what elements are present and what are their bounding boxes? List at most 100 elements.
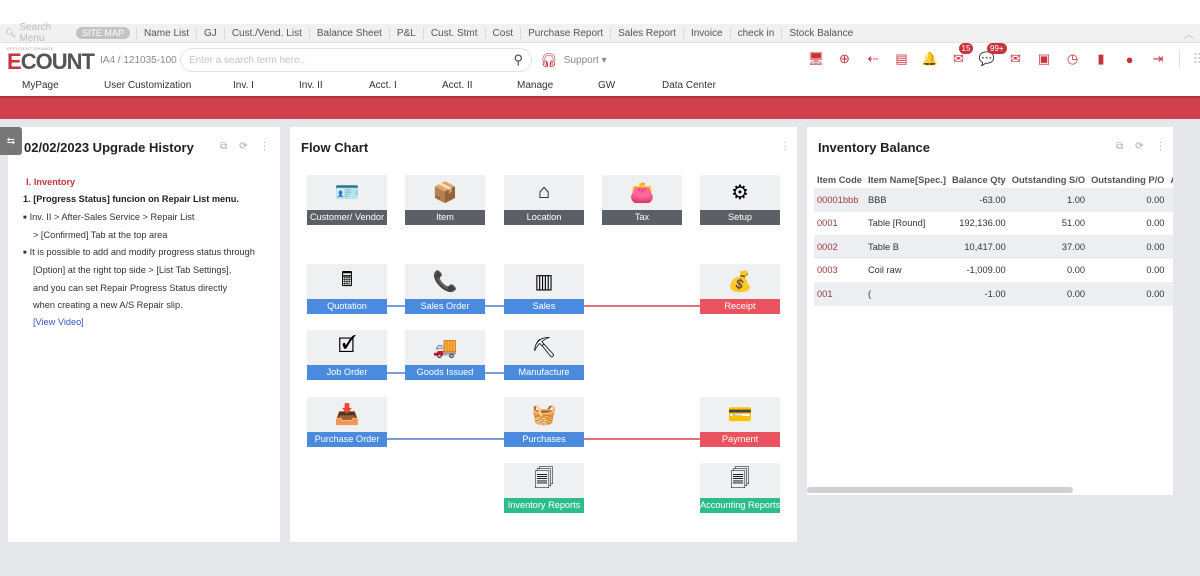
popout-icon[interactable]: ⧉ [220,141,227,152]
more-vertical-icon[interactable]: ⋮ [1156,141,1166,152]
popout-icon[interactable]: ⧉ [1116,141,1123,152]
cash-coins-icon: 💰 [727,271,753,293]
item-name-cell: Table [Round] [867,218,926,229]
flow-tile-inventory-reports[interactable]: 🗐 Inventory Reports [504,463,584,513]
user-icon-glyph: ● [1125,51,1134,67]
nav-gw[interactable]: GW [598,80,615,91]
item-code-cell[interactable]: 0002 [814,235,865,259]
global-search-input[interactable] [189,54,489,66]
flow-tile-item[interactable]: 📦 Item [405,175,485,225]
refresh-icon[interactable]: ⟳ [1135,141,1143,152]
item-code-cell[interactable]: 0001 [814,212,865,236]
chevron-up-icon[interactable]: ︿ [1184,26,1194,41]
flow-tile-quotation[interactable]: 🖩 Quotation [307,264,387,314]
flow-chart-panel: Flow Chart ⋮ 🪪 Customer/ Vendor 📦 Item ⌂ Loca… [290,127,797,542]
column-header[interactable]: Balance Qty [949,171,1009,188]
connector-purchases-payment [582,438,700,440]
card-hand-icon[interactable]: ▣ [1034,49,1054,69]
sidebar-toggle[interactable]: ⇆ [0,127,22,155]
bookmark-book-icon[interactable]: ▮ [1091,49,1111,69]
flow-tile-location[interactable]: ⌂ Location [504,175,584,225]
quick-link[interactable]: Invoice [682,27,730,39]
column-header[interactable]: A [1167,171,1173,188]
truck-icon: 🚚 [432,337,458,359]
new-window-icon[interactable]: ⊕ [835,49,855,69]
bell-icon[interactable]: 🔔 [920,49,940,69]
column-header[interactable]: Item Code [814,171,865,188]
quick-link[interactable]: Balance Sheet [308,27,389,39]
nav-manage[interactable]: Manage [517,80,553,91]
monitor-icon[interactable]: 🖥 [806,49,826,69]
flow-tile-receipt[interactable]: 💰 Receipt [700,264,780,314]
box-icon: 📦 [432,182,458,204]
horizontal-scrollbar[interactable] [807,487,1073,493]
checked-document-icon: 🗹 [338,334,356,357]
quick-link[interactable]: Purchase Report [520,27,610,39]
clock-icon[interactable]: ◷ [1063,49,1083,69]
overflow-cell [1167,282,1173,306]
search-icon: 🔍︎ [5,27,17,38]
search-icon[interactable]: ⚲ [513,52,523,68]
flow-tile-setup[interactable]: ⚙ Setup [700,175,780,225]
support-menu[interactable]: 🎧︎ Support ▾ [540,52,607,69]
flow-tile-tax[interactable]: 👛 Tax [602,175,682,225]
mail-icon[interactable]: ✉ [1006,49,1026,69]
flow-tile-goods-issued[interactable]: 🚚 Goods Issued [405,330,485,380]
flow-tile-purchase-order[interactable]: 📥 Purchase Order [307,397,387,447]
flow-tile-payment[interactable]: 💳 Payment [700,397,780,447]
quick-link[interactable]: P&L [388,27,423,39]
grid-icon[interactable]: ⠿ [1188,49,1200,69]
quick-link[interactable]: check in [729,27,782,39]
document-list-icon[interactable]: ▤ [892,49,912,69]
column-header[interactable]: Outstanding P/O [1088,171,1167,188]
content-line: and you can set Repair Progress Status d… [33,282,228,293]
item-code-cell[interactable]: 001 [814,282,865,306]
quick-link[interactable]: Cust. Stmt [422,27,485,39]
user-icon[interactable]: ● [1120,49,1140,69]
column-header[interactable]: Outstanding S/O [1009,171,1088,188]
chat-icon[interactable]: 💬 99+ [977,43,1007,69]
table-row[interactable]: 0001 Table [Round] 192,136.00 51.00 0.00 [814,212,1173,236]
item-code-cell[interactable]: 00001bbb [814,188,865,212]
column-header[interactable]: Item Name[Spec.] [865,171,949,188]
ecount-logo[interactable]: EFFICIENT CHANGE ECOUNT [7,46,95,73]
view-video-link[interactable]: [View Video] [23,314,283,331]
flow-tile-job-order[interactable]: 🗹 Job Order [307,330,387,380]
table-row[interactable]: 00001bbb BBB -63.00 1.00 0.00 [814,188,1173,212]
nav-inv-1[interactable]: Inv. I [233,80,254,91]
flow-tile-accounting-reports[interactable]: 🗐 Accounting Reports [700,463,780,513]
more-vertical-icon[interactable]: ⋮ [260,141,270,152]
more-vertical-icon[interactable]: ⋮ [780,141,790,152]
quick-link[interactable]: Stock Balance [781,27,860,39]
sitemap-button[interactable]: SITE MAP [76,27,131,39]
flow-tile-purchases[interactable]: 🧺 Purchases [504,397,584,447]
nav-data-center[interactable]: Data Center [662,80,716,91]
back-arrow-icon[interactable]: ⇠ [863,49,883,69]
item-code-cell[interactable]: 0003 [814,259,865,283]
nav-inv-2[interactable]: Inv. II [299,80,323,91]
contact-card-icon: 🪪 [334,182,360,204]
nav-acct-2[interactable]: Acct. II [442,80,473,91]
item-name-cell: ( [864,282,949,306]
nav-mypage[interactable]: MyPage [22,80,59,91]
flow-tile-label: Job Order [307,365,387,380]
flow-tile-sales[interactable]: ▥ Sales [504,264,584,314]
flow-tile-sales-order[interactable]: 📞 Sales Order [405,264,485,314]
quick-link[interactable]: GJ [196,27,224,39]
flow-tile-customer-vendor[interactable]: 🪪 Customer/ Vendor [307,175,387,225]
refresh-icon[interactable]: ⟳ [239,141,247,152]
submenu-bar [0,96,1200,119]
quick-link[interactable]: Sales Report [610,27,683,39]
quick-link[interactable]: Name List [136,27,196,39]
table-row[interactable]: 0003 Coil raw -1,009.00 0.00 0.00 [814,259,1173,283]
table-row[interactable]: 0002 Table B 10,417.00 37.00 0.00 [814,235,1173,259]
nav-acct-1[interactable]: Acct. I [369,80,397,91]
table-row[interactable]: 001(-1.00 0.00 0.00 [814,282,1173,306]
nav-user-customization[interactable]: User Customization [104,80,191,91]
quick-link[interactable]: Cust./Vend. List [223,27,309,39]
logout-icon[interactable]: ⇥ [1148,49,1168,69]
flow-tile-manufacture[interactable]: ⛏ Manufacture [504,330,584,380]
approval-mail-icon[interactable]: ✉ 15 [949,43,974,69]
quick-link[interactable]: Cost [484,27,521,39]
menu-search[interactable]: 🔍︎ Search Menu [0,22,76,44]
